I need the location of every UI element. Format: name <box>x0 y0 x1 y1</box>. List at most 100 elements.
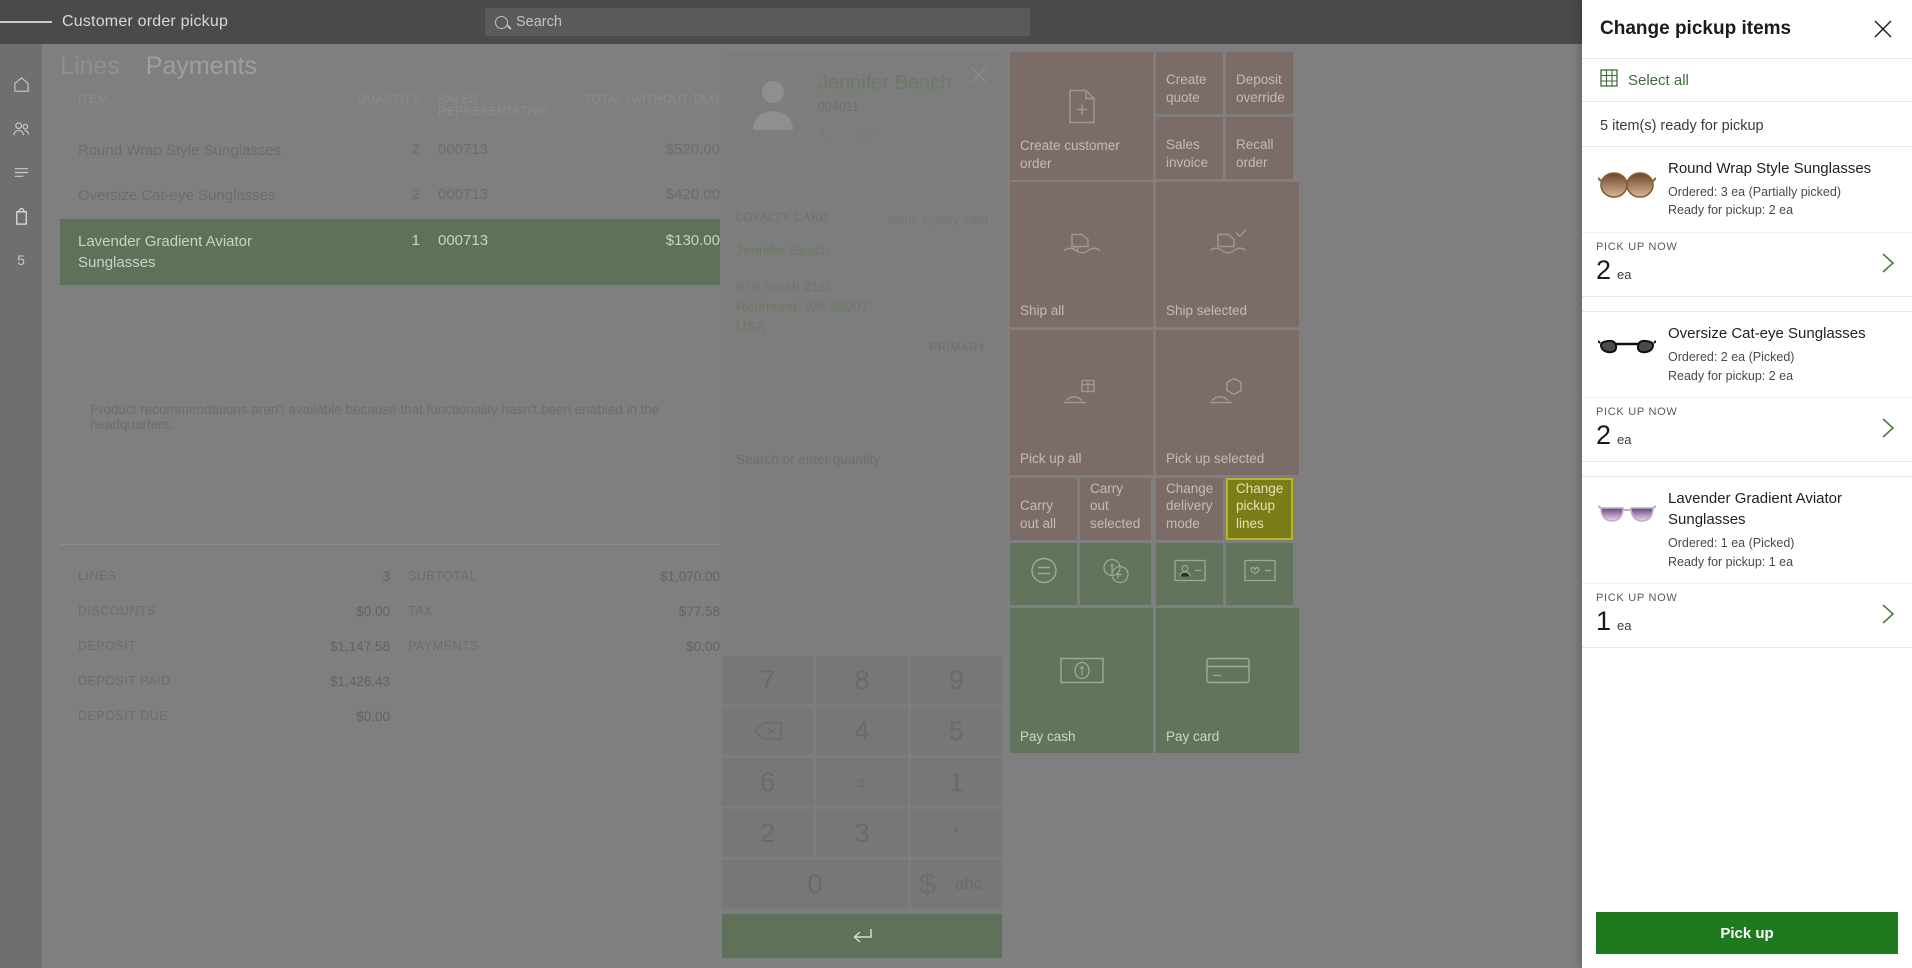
lines-table-header: ITEM QUANTITY SALES REPRESENTATIVE TOTAL… <box>60 90 720 128</box>
recommendation-note: Product recommendations aren't available… <box>90 402 730 432</box>
tile-deposit-override[interactable]: Deposit override <box>1226 52 1293 114</box>
tile-pay-card[interactable]: Pay card <box>1156 608 1299 753</box>
item-ready: Ready for pickup: 1 ea <box>1668 553 1898 572</box>
pick-up-now-row[interactable]: PICK UP NOW 1 ea <box>1582 583 1912 647</box>
tile-label: Create customer order <box>1020 137 1145 172</box>
create-order-icon <box>1062 87 1102 130</box>
table-row[interactable]: Oversize Cat-eye Sunglasses 2 000713 $42… <box>60 173 720 218</box>
tile-change-pickup-lines[interactable]: Change pickup lines <box>1226 478 1293 540</box>
keypad-key-8[interactable]: 8 <box>816 656 907 704</box>
chevron-right-icon[interactable] <box>1880 251 1896 280</box>
tile-total-amount[interactable] <box>1010 543 1077 605</box>
rail-item-customers[interactable] <box>0 106 42 150</box>
select-all-button[interactable]: Select all <box>1582 58 1912 102</box>
cash-icon <box>1059 654 1105 689</box>
lines-table: ITEM QUANTITY SALES REPRESENTATIVE TOTAL… <box>60 90 720 285</box>
tile-change-delivery-mode[interactable]: Change delivery mode <box>1156 478 1223 540</box>
list-item[interactable]: Oversize Cat-eye Sunglasses Ordered: 2 e… <box>1582 311 1912 462</box>
pick-up-button[interactable]: Pick up <box>1596 912 1898 954</box>
search-or-quantity-input[interactable]: Search or enter quantity <box>736 452 880 467</box>
tile-label: Ship selected <box>1166 302 1291 319</box>
table-row[interactable]: Lavender Gradient Aviator Sunglasses 1 0… <box>60 219 720 286</box>
tile-pay-gift-card[interactable] <box>1226 543 1293 605</box>
tile-label: Change delivery mode <box>1166 480 1215 532</box>
rail-item-home[interactable] <box>0 62 42 106</box>
rail-item-list[interactable] <box>0 150 42 194</box>
keypad-key-3[interactable]: 3 <box>816 809 907 857</box>
tile-pick-up-all[interactable]: Pick up all <box>1010 330 1153 475</box>
row-item-name: Lavender Gradient Aviator Sunglasses <box>60 231 310 274</box>
black-cateye-sunglasses-thumbnail <box>1596 324 1658 376</box>
gift-card-icon <box>1243 557 1277 586</box>
search-input[interactable]: Search <box>485 8 1030 36</box>
tile-sales-invoice[interactable]: Sales invoice <box>1156 117 1223 179</box>
keypad-key-plusminus[interactable]: ± <box>816 758 907 806</box>
pickup-status-text: 5 item(s) ready for pickup <box>1582 102 1912 146</box>
tile-carry-out-selected[interactable]: Carry out selected <box>1080 478 1151 540</box>
keypad-key-6[interactable]: 6 <box>722 758 813 806</box>
tile-label: Carry out all <box>1020 497 1069 532</box>
column-header-total: TOTAL (WITHOUT TAX) <box>570 94 720 118</box>
keypad-key-1[interactable]: 1 <box>911 758 1002 806</box>
tile-label: Pay cash <box>1020 728 1145 745</box>
list-item[interactable]: Lavender Gradient Aviator Sunglasses Ord… <box>1582 476 1912 648</box>
keypad-key-2[interactable]: 2 <box>722 809 813 857</box>
tile-create-quote[interactable]: Create quote <box>1156 52 1223 114</box>
chevron-right-icon[interactable] <box>1880 602 1896 631</box>
backspace-icon[interactable] <box>722 707 813 755</box>
total-label: TAX <box>408 604 433 619</box>
row-total: $420.00 <box>570 185 720 203</box>
close-icon[interactable] <box>970 66 988 84</box>
row-rep: 000713 <box>420 231 570 249</box>
tile-ship-all[interactable]: Ship all <box>1010 182 1153 327</box>
hamburger-icon[interactable] <box>0 0 52 44</box>
pickup-items-list: Round Wrap Style Sunglasses Ordered: 3 e… <box>1582 146 1912 912</box>
keypad-enter-button[interactable] <box>722 914 1002 958</box>
issue-loyalty-card-link[interactable]: Issue loyalty card <box>888 212 988 227</box>
phone-icon[interactable] <box>818 124 836 147</box>
total-label: DEPOSIT <box>78 639 136 654</box>
tile-create-customer-order[interactable]: Create customer order <box>1010 52 1153 180</box>
tile-pay-cash[interactable]: Pay cash <box>1010 608 1153 753</box>
total-label: DISCOUNTS <box>78 604 156 619</box>
row-total: $520.00 <box>570 140 720 158</box>
tile-pick-up-selected[interactable]: Pick up selected <box>1156 330 1299 475</box>
keypad-key-5[interactable]: 5 <box>911 707 1002 755</box>
tile-pay-currency[interactable] <box>1080 543 1151 605</box>
pick-up-now-row[interactable]: PICK UP NOW 2 ea <box>1582 397 1912 461</box>
tile-recall-order[interactable]: Recall order <box>1226 117 1293 179</box>
customer-id: 004011 <box>818 100 859 114</box>
chevron-right-icon[interactable] <box>1880 416 1896 445</box>
keypad-key-9[interactable]: 9 <box>911 656 1002 704</box>
pick-up-now-label: PICK UP NOW <box>1596 241 1898 253</box>
mail-icon[interactable] <box>856 124 874 147</box>
table-row[interactable]: Round Wrap Style Sunglasses 2 000713 $52… <box>60 128 720 173</box>
tab-lines[interactable]: Lines <box>60 52 120 81</box>
total-value: $1,070.00 <box>660 569 720 584</box>
keypad-key-abc[interactable]: abc <box>935 860 1002 908</box>
keypad-key-asterisk[interactable]: * <box>911 809 1002 857</box>
rail-item-cart[interactable] <box>0 194 42 238</box>
tile-pay-customer-account[interactable] <box>1156 543 1223 605</box>
tile-carry-out-all[interactable]: Carry out all <box>1010 478 1077 540</box>
customer-address-line1: 678 South 21st <box>736 278 830 294</box>
tab-payments[interactable]: Payments <box>146 52 257 81</box>
close-icon[interactable] <box>1872 18 1894 40</box>
tile-label: Recall order <box>1236 136 1285 171</box>
tile-ship-selected[interactable]: Ship selected <box>1156 182 1299 327</box>
customer-address-line3: USA <box>736 318 765 334</box>
card-person-icon <box>1173 557 1207 586</box>
total-label: SUBTOTAL <box>408 569 477 584</box>
tab-bar: Lines Payments <box>60 52 257 81</box>
keypad-key-0[interactable]: 0 <box>722 860 908 908</box>
list-item[interactable]: Round Wrap Style Sunglasses Ordered: 3 e… <box>1582 146 1912 297</box>
numeric-keypad: $0.00 7 8 9 4 5 6 ± 1 2 3 * 0 <box>722 656 1002 958</box>
rail-item-count[interactable]: 5 <box>0 238 42 282</box>
primary-address-tag: PRIMARY <box>930 342 986 354</box>
total-label: DEPOSIT PAID <box>78 674 170 689</box>
keypad-key-4[interactable]: 4 <box>816 707 907 755</box>
keypad-key-7[interactable]: 7 <box>722 656 813 704</box>
total-value: $0.00 <box>356 604 390 619</box>
page-title: Customer order pickup <box>62 13 228 31</box>
pick-up-now-row[interactable]: PICK UP NOW 2 ea <box>1582 232 1912 296</box>
